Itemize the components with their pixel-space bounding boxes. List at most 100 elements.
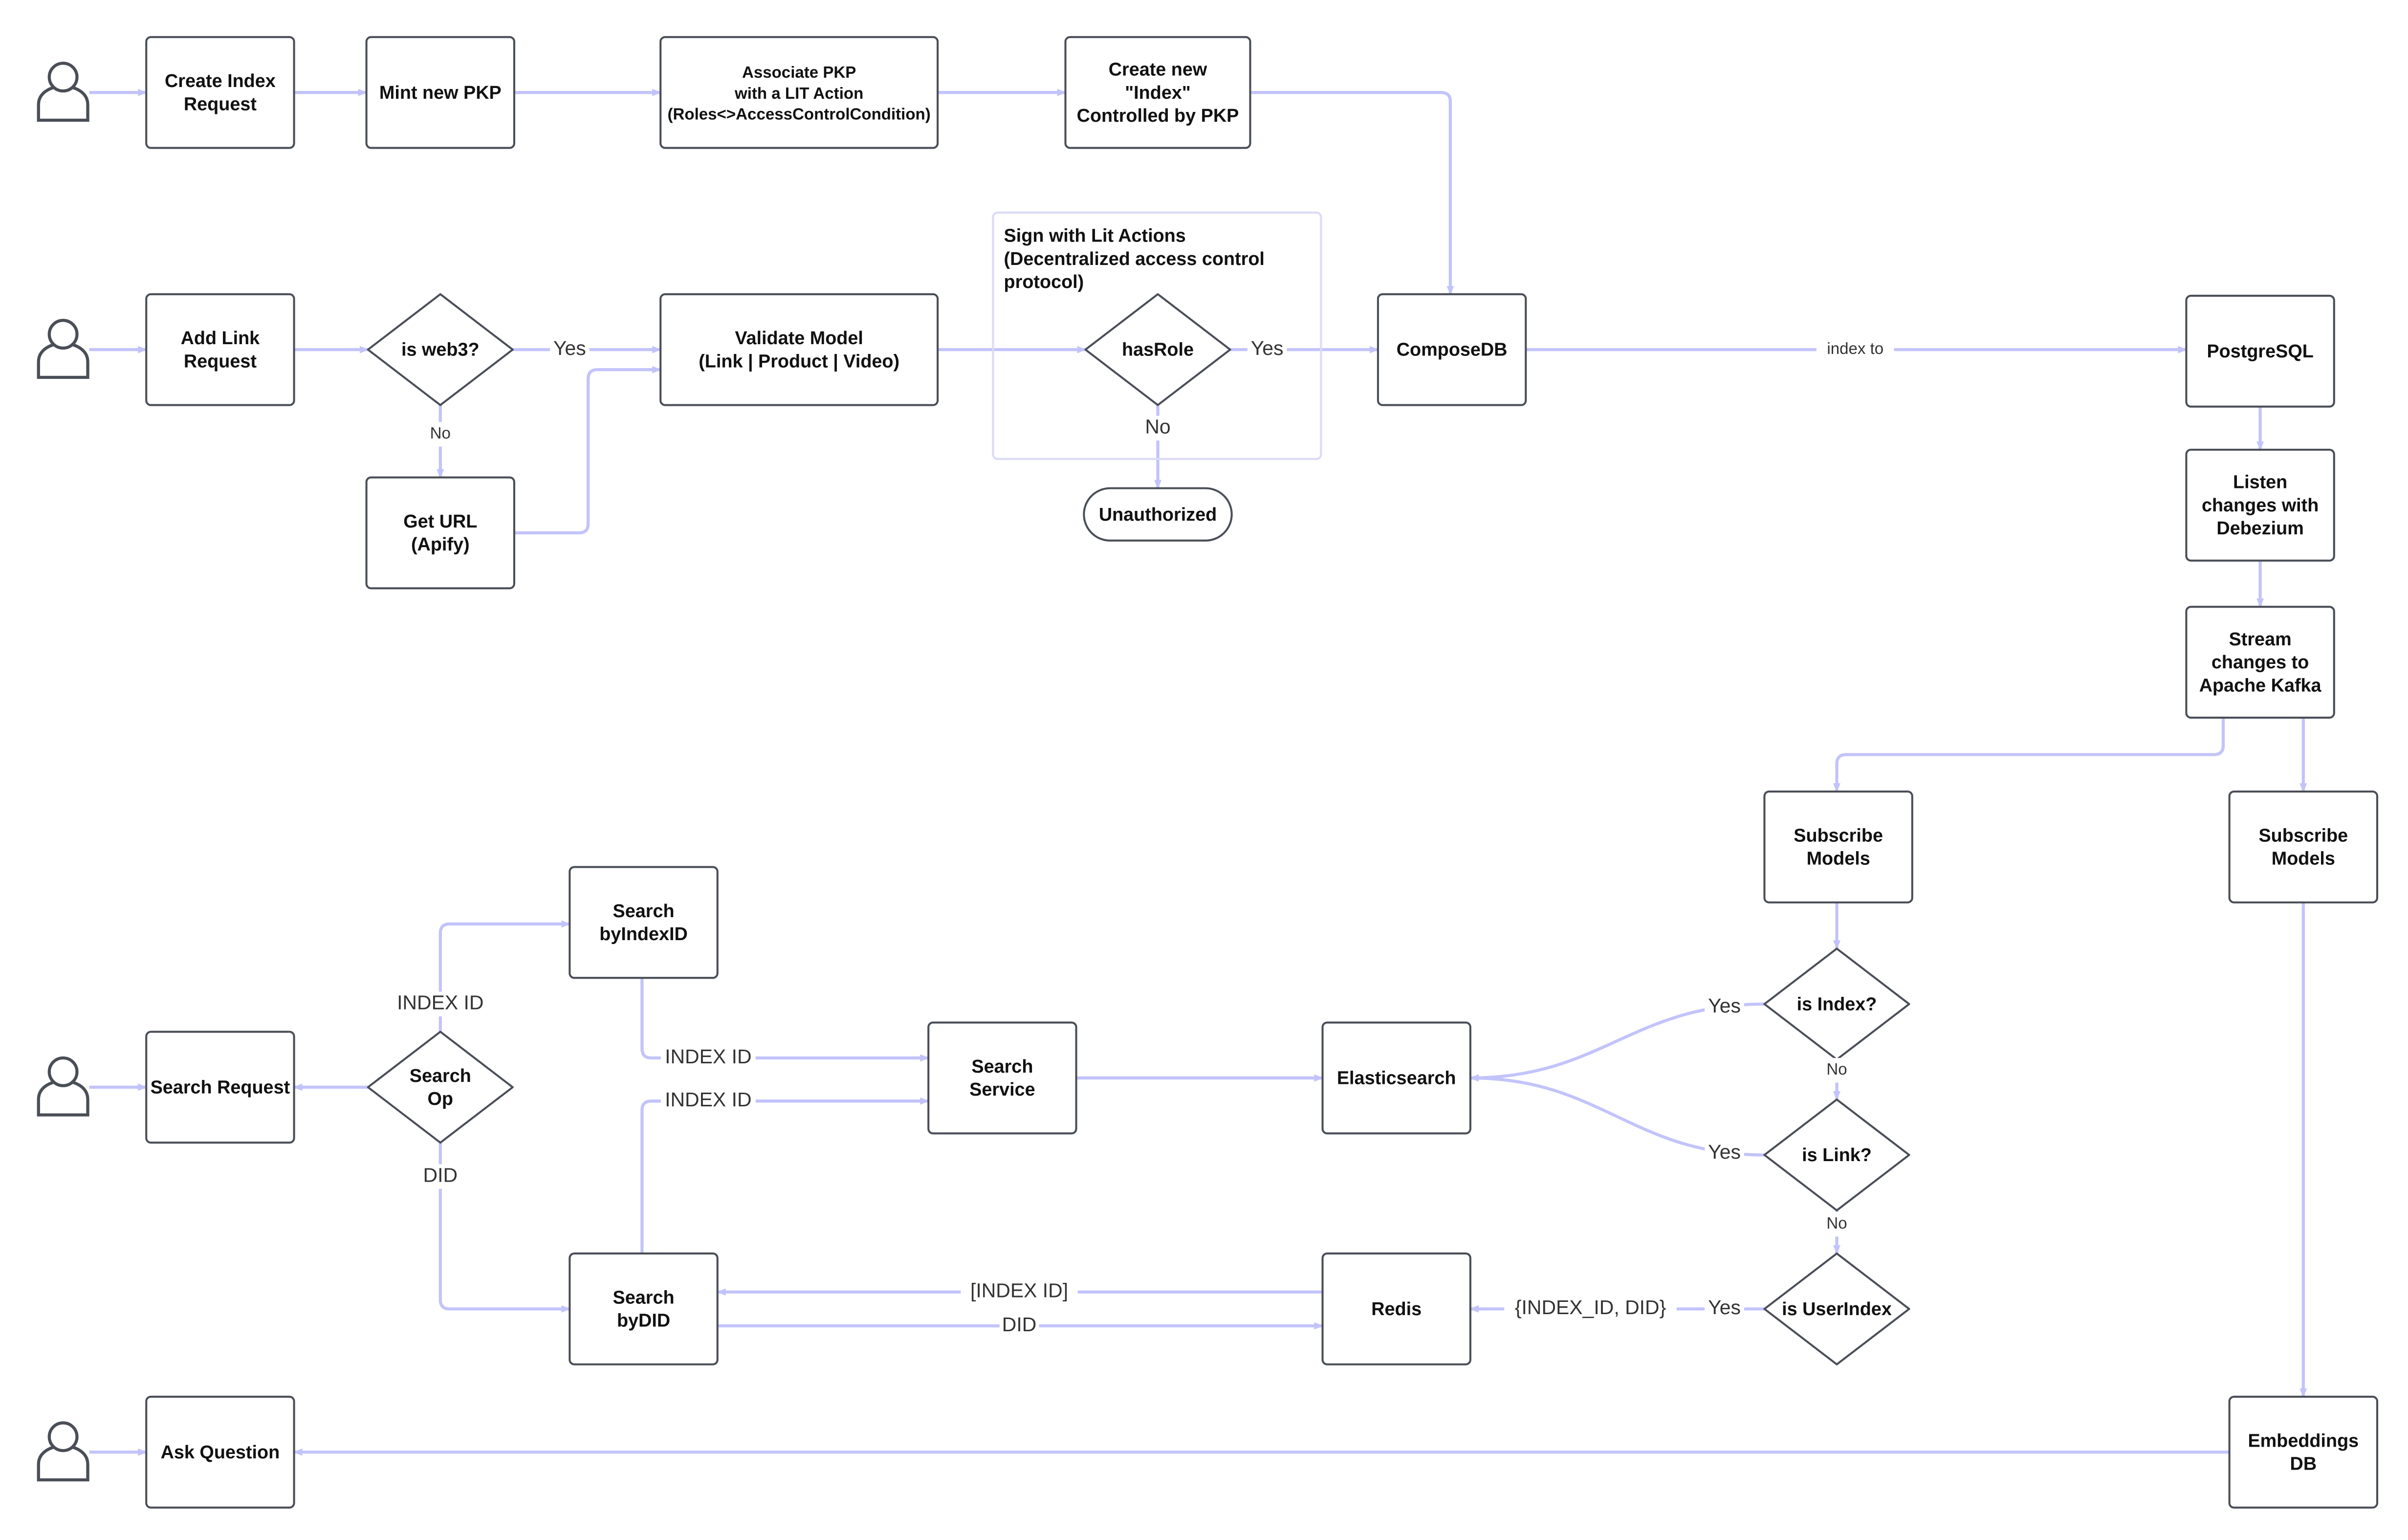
node-label: Debezium — [2216, 518, 2303, 539]
node-ask-question[interactable]: Ask Question — [145, 1395, 295, 1509]
edge-label: Yes — [553, 337, 586, 359]
node-label: Search — [613, 1287, 675, 1308]
node-label: Models — [2272, 849, 2335, 869]
node-label: with a LIT Action — [734, 85, 863, 103]
node-get-url[interactable]: Get URL(Apify) — [365, 476, 516, 590]
node-search-service[interactable]: SearchService — [927, 1021, 1077, 1135]
node-label: changes with — [2202, 495, 2319, 516]
node-subscribe-models-2[interactable]: Subscribe Models — [2228, 791, 2379, 903]
person-icon — [37, 319, 89, 379]
node-create-index[interactable]: Create Index Request — [145, 36, 295, 149]
edge-label: index to — [1827, 340, 1883, 358]
node-label: Stream — [2229, 629, 2292, 650]
node-search-bydid[interactable]: Search byDID — [569, 1252, 719, 1365]
node-validate-model[interactable]: Validate Model(Link | Product | Video) — [659, 293, 939, 406]
node-label: Redis — [1371, 1299, 1422, 1320]
node-listen-changes[interactable]: Listenchanges withDebezium — [2185, 448, 2335, 562]
edge-label: [INDEX ID] — [970, 1279, 1068, 1302]
node-label: Create new — [1109, 60, 1207, 80]
node-redis[interactable]: Redis — [1321, 1252, 1471, 1365]
edge-label: Yes — [1251, 337, 1284, 359]
node-label: Associate PKP — [742, 64, 856, 82]
node-label: Apache Kafka — [2199, 675, 2322, 696]
node-embeddings-db[interactable]: Embeddings DB — [2228, 1395, 2379, 1509]
edge-label: INDEX ID — [665, 1045, 751, 1068]
node-label: changes to — [2211, 652, 2309, 673]
group-title: Sign with Lit Actions — [1004, 226, 1186, 246]
node-associate-pkp[interactable]: Associate PKP with a LIT Action (Roles<>Ac… — [659, 36, 939, 149]
node-search-byindexid[interactable]: SearchbyIndexID — [569, 866, 719, 979]
edge-labels: Yes No Yes No index to Yes No Yes No Yes {INDEX_ID… — [393, 337, 1894, 1339]
edge-label: Yes — [1708, 1141, 1741, 1163]
group-title: (Decentralized access control — [1004, 249, 1265, 269]
edge-label: {INDEX_ID, DID} — [1515, 1296, 1666, 1319]
node-search-request[interactable]: Search Request — [145, 1031, 295, 1144]
node-is-index[interactable]: is Index? — [1763, 947, 1910, 1061]
node-is-userindex[interactable]: is UserIndex — [1763, 1252, 1910, 1365]
edge-label: INDEX ID — [397, 991, 483, 1014]
node-label: "Index" — [1125, 83, 1191, 103]
edge-label: Yes — [1708, 1296, 1741, 1319]
node-label: Request — [184, 351, 257, 372]
node-label: Listen — [2233, 472, 2287, 493]
node-is-link[interactable]: is Link? — [1763, 1098, 1910, 1211]
node-label: ComposeDB — [1397, 340, 1508, 360]
edge-label: No — [1826, 1060, 1847, 1078]
edge-label: INDEX ID — [665, 1088, 751, 1111]
node-mint-pkp[interactable]: Mint new PKP — [365, 36, 516, 149]
node-label: Subscribe — [2258, 825, 2348, 846]
node-stream-changes[interactable]: Streamchanges toApache Kafka — [2185, 606, 2335, 719]
node-label: (Link | Product | Video) — [699, 351, 899, 372]
connector-arrow — [640, 1097, 930, 1254]
connector-arrow — [1250, 91, 1454, 295]
node-label: Unauthorized — [1099, 505, 1217, 525]
node-label: Validate Model — [735, 328, 863, 349]
node-composedb[interactable]: ComposeDB — [1377, 293, 1527, 406]
node-label: is Index? — [1797, 994, 1877, 1014]
node-is-web3[interactable]: is web3? — [367, 293, 514, 406]
node-label: (Apify) — [411, 534, 470, 555]
node-label: Mint new PKP — [379, 83, 502, 103]
node-label: Request — [184, 94, 257, 114]
node-label: (Roles<>AccessControlCondition) — [668, 105, 931, 123]
node-label: PostgreSQL — [2207, 341, 2313, 362]
connector-arrow — [514, 366, 662, 535]
node-postgresql[interactable]: PostgreSQL — [2185, 294, 2335, 408]
node-label: Create Index — [165, 71, 276, 91]
node-add-link[interactable]: Add LinkRequest — [145, 293, 295, 406]
node-label: Search — [613, 901, 675, 922]
node-label: Subscribe — [1794, 825, 1883, 846]
person-icon — [37, 1421, 89, 1482]
node-label: Controlled by PKP — [1077, 106, 1239, 126]
edge-label: DID — [1002, 1313, 1037, 1336]
node-subscribe-models-1[interactable]: Subscribe Models — [1763, 791, 1913, 903]
person-icon — [37, 1056, 89, 1117]
node-label: Ask Question — [161, 1442, 280, 1463]
edge-label: DID — [423, 1164, 458, 1186]
edge-label: No — [1826, 1214, 1847, 1232]
node-label: Embeddings — [2248, 1430, 2359, 1451]
architecture-flow-diagram: Sign with Lit Actions (Decentralized acce… — [37, 36, 2379, 1509]
node-label: Models — [1807, 849, 1870, 869]
node-label: Search Request — [151, 1077, 290, 1098]
node-label: is Link? — [1802, 1145, 1872, 1166]
node-label: Search — [971, 1056, 1033, 1077]
node-create-new-index[interactable]: Create new "Index" Controlled by PKP — [1064, 36, 1251, 149]
edge-label: No — [430, 424, 451, 442]
node-label: Search — [410, 1066, 471, 1086]
edges — [89, 88, 2307, 1456]
node-label: DB — [2290, 1454, 2317, 1474]
node-label: Service — [969, 1079, 1035, 1100]
edge-label: No — [1145, 416, 1170, 438]
node-has-role[interactable]: hasRole — [1084, 293, 1231, 406]
node-label: is web3? — [401, 340, 480, 360]
node-label: Elasticsearch — [1337, 1068, 1456, 1089]
node-label: Add Link — [181, 328, 261, 349]
person-icon — [37, 62, 89, 122]
node-unauthorized[interactable]: Unauthorized — [1083, 487, 1233, 542]
node-elasticsearch[interactable]: Elasticsearch — [1321, 1021, 1471, 1135]
group-title: protocol) — [1004, 272, 1084, 292]
node-label: Op — [428, 1089, 453, 1109]
node-label: hasRole — [1122, 340, 1194, 360]
node-search-op[interactable]: Search Op — [367, 1031, 514, 1144]
